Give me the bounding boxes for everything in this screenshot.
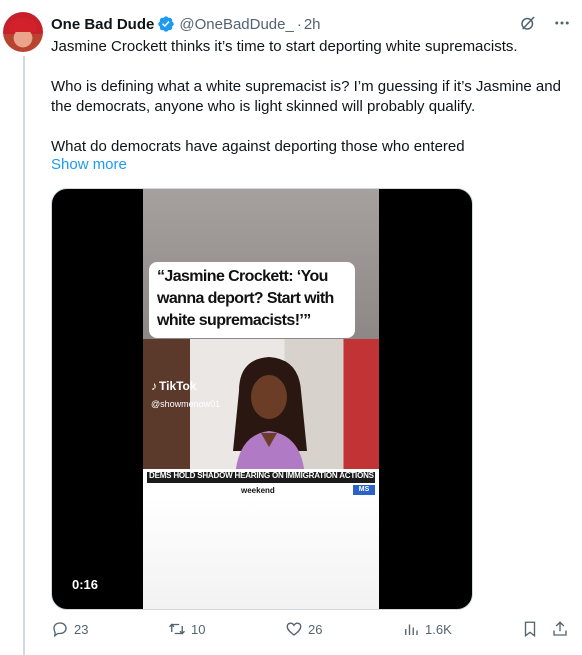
tiktok-username: @showmenow01 <box>151 399 221 409</box>
views-button[interactable]: 1.6K <box>402 620 452 638</box>
tiktok-label: TikTok <box>159 379 197 393</box>
like-icon <box>286 622 302 636</box>
video-bottom-panel <box>143 497 379 609</box>
thread-line <box>23 56 25 655</box>
tiktok-icon: ♪ <box>151 379 157 393</box>
reply-button[interactable]: 23 <box>51 620 88 638</box>
grok-button[interactable] <box>518 13 538 33</box>
tweet-paragraph: Jasmine Crockett thinks it’s time to sta… <box>51 38 518 55</box>
header-actions <box>518 13 572 33</box>
share-button[interactable] <box>551 620 569 638</box>
repost-count: 10 <box>191 621 206 637</box>
tweet-header: One Bad Dude @OneBadDude_ · 2h <box>51 13 572 35</box>
like-count: 26 <box>308 621 323 637</box>
action-bar: 23 10 26 1.6K <box>51 620 571 642</box>
video-frame: “Jasmine Crockett: ‘You wanna deport? St… <box>143 189 379 609</box>
bookmark-icon <box>524 621 536 638</box>
video-player[interactable]: “Jasmine Crockett: ‘You wanna deport? St… <box>51 188 473 610</box>
author-name[interactable]: One Bad Dude <box>51 16 154 33</box>
tiktok-watermark: ♪ TikTok <box>151 379 197 393</box>
video-duration: 0:16 <box>66 575 105 594</box>
avatar[interactable] <box>3 12 43 52</box>
like-button[interactable]: 26 <box>285 620 322 638</box>
tweet-paragraph: What do democrats have against deporting… <box>51 138 465 155</box>
tweet-paragraph: Who is defining what a white supremacist… <box>51 78 561 115</box>
share-icon <box>553 621 567 636</box>
chyron-text: DEMS HOLD SHADOW HEARING ON IMMIGRATION … <box>149 471 379 480</box>
video-caption: “Jasmine Crockett: ‘You wanna deport? St… <box>149 262 355 338</box>
author-handle[interactable]: @OneBadDude_ <box>179 16 293 33</box>
network-badge: MS <box>353 485 375 495</box>
show-more-link[interactable]: Show more <box>51 156 127 173</box>
repost-icon <box>169 623 185 635</box>
more-icon <box>555 21 569 25</box>
bookmark-button[interactable] <box>521 620 539 638</box>
video-speaker-image <box>233 357 307 479</box>
avatar-cap <box>9 18 37 32</box>
separator-dot: · <box>296 15 302 33</box>
verified-badge-icon <box>158 16 175 32</box>
network-logo: weekend <box>241 486 275 495</box>
timestamp[interactable]: 2h <box>304 16 321 33</box>
grok-icon <box>521 16 535 30</box>
views-count: 1.6K <box>425 621 452 637</box>
tweet-text: Jasmine Crockett thinks it’s time to sta… <box>51 37 571 157</box>
repost-button[interactable]: 10 <box>168 620 205 638</box>
reply-count: 23 <box>74 621 89 637</box>
reply-icon <box>53 622 67 638</box>
views-icon <box>405 624 418 635</box>
more-button[interactable] <box>552 13 572 33</box>
